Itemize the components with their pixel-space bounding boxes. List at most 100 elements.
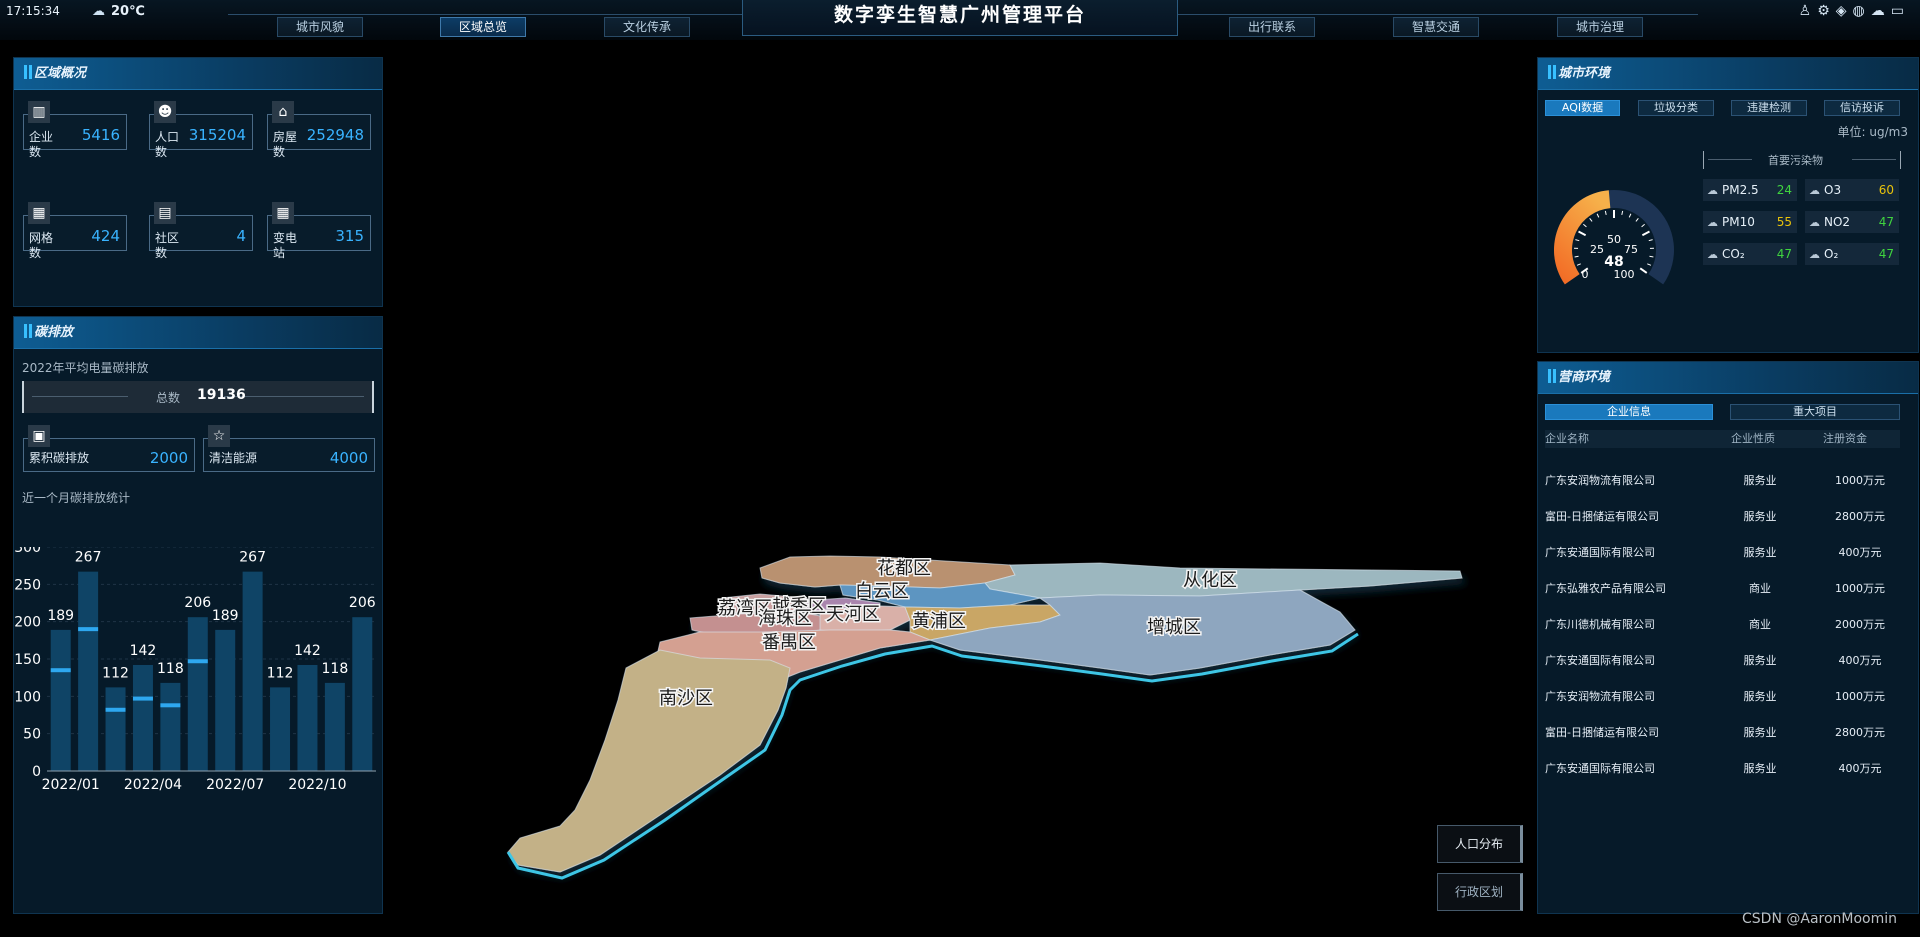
aqi-gauge: 025507510048: [1554, 190, 1674, 285]
bar-value-label: 142: [130, 643, 157, 659]
bar-value-label: 206: [349, 595, 376, 611]
gauge-tick: [1635, 217, 1639, 222]
x-tick-label: 2022/04: [124, 777, 182, 793]
pollutant-item: ☁ NO2 47: [1805, 211, 1899, 233]
bar-value-label: 118: [157, 661, 184, 677]
nav-tab-culture[interactable]: 文化传承: [604, 17, 690, 37]
carbon-card-accumulated[interactable]: ▣ 累积碳排放 2000: [23, 425, 195, 472]
bar[interactable]: [132, 664, 153, 771]
nav-divider-right: [1178, 14, 1698, 15]
column-header: 企业名称: [1545, 432, 1589, 445]
table-row[interactable]: 富田-日捆储运有限公司 服务业 2800万元: [1545, 723, 1900, 743]
label-huadu: 花都区: [877, 558, 931, 579]
bar[interactable]: [105, 687, 126, 771]
nav-tab-region-overview[interactable]: 区域总览: [440, 17, 526, 37]
table-row[interactable]: 富田-日捆储运有限公司 服务业 2800万元: [1545, 507, 1900, 527]
table-row[interactable]: 广东安润物流有限公司 服务业 1000万元: [1545, 687, 1900, 707]
bar-value-label: 112: [267, 665, 294, 681]
table-row[interactable]: 广东安通国际有限公司 服务业 400万元: [1545, 651, 1900, 671]
bar[interactable]: [215, 629, 236, 771]
stat-card-housing[interactable]: ⌂ 房屋数 252948: [267, 101, 371, 159]
region-overview-header: 区域概况: [14, 58, 382, 90]
stat-card-substation[interactable]: ▦ 变电站 315: [267, 202, 371, 260]
tab-enterprise-info[interactable]: 企业信息: [1545, 404, 1713, 420]
table-cell: 广东安润物流有限公司: [1545, 474, 1655, 487]
pollutant-value: 55: [1776, 215, 1792, 229]
table-row[interactable]: 广东安通国际有限公司 服务业 400万元: [1545, 759, 1900, 779]
globe-icon[interactable]: ◍: [1853, 3, 1871, 19]
tab-garbage[interactable]: 垃圾分类: [1638, 100, 1714, 116]
table-cell: 2800万元: [1835, 510, 1885, 523]
bar[interactable]: [297, 664, 318, 771]
battery-icon[interactable]: ▭: [1891, 3, 1910, 19]
tab-illegal-building[interactable]: 违建检测: [1731, 100, 1807, 116]
nav-tab-city-style[interactable]: 城市风貌: [277, 17, 363, 37]
table-cell: 富田-日捆储运有限公司: [1545, 726, 1659, 739]
title-box: 数字孪生智慧广州管理平台: [742, 0, 1178, 36]
page-title: 数字孪生智慧广州管理平台: [833, 4, 1086, 26]
stat-label: 变电站: [273, 231, 298, 260]
population-distribution-button[interactable]: 人口分布: [1437, 825, 1523, 863]
bar[interactable]: [160, 682, 181, 771]
table-cell: 商业: [1749, 618, 1771, 631]
table-cell: 1000万元: [1835, 474, 1885, 487]
gauge-tick: [1639, 267, 1648, 274]
bar-value-label: 142: [294, 643, 321, 659]
gauge-tick: [1575, 239, 1580, 242]
bar[interactable]: [242, 571, 263, 771]
primary-pollutant-title: 首要污染物: [1768, 154, 1823, 167]
administrative-division-button[interactable]: 行政区划: [1437, 873, 1523, 911]
stat-card-enterprise[interactable]: ▥ 企业数 5416: [23, 101, 127, 159]
y-tick-label: 100: [14, 689, 41, 705]
bar[interactable]: [78, 571, 99, 771]
gear-icon[interactable]: ⚙: [1817, 3, 1836, 19]
tab-aqi[interactable]: AQI数据: [1545, 100, 1620, 116]
table-cell: 服务业: [1743, 474, 1777, 487]
nav-tab-travel[interactable]: 出行联系: [1229, 17, 1315, 37]
carbon-card-clean-energy[interactable]: ☆ 清洁能源 4000: [203, 425, 375, 472]
stat-value: 252948: [306, 126, 364, 144]
layers-icon[interactable]: ◈: [1836, 3, 1853, 19]
pollutant-value: 24: [1776, 183, 1792, 197]
bar-value-label: 267: [75, 550, 102, 566]
bar-value-label: 189: [47, 608, 74, 624]
table-row[interactable]: 广东安润物流有限公司 服务业 1000万元: [1545, 471, 1900, 491]
table-cell: 服务业: [1743, 690, 1777, 703]
bar[interactable]: [324, 682, 345, 771]
nav-tab-traffic[interactable]: 智慧交通: [1393, 17, 1479, 37]
bar[interactable]: [50, 629, 71, 771]
primary-pollutant-header: 首要污染物: [1703, 151, 1901, 169]
gauge-tick: [1583, 223, 1587, 228]
tab-complaints[interactable]: 信访投诉: [1824, 100, 1900, 116]
label-tianhe: 天河区: [826, 604, 880, 625]
bar[interactable]: [270, 687, 291, 771]
table-cell: 1000万元: [1835, 582, 1885, 595]
bar-value-label: 267: [239, 550, 266, 566]
stat-value: 315204: [188, 126, 246, 144]
clock: 17:15:34: [6, 4, 60, 18]
tab-major-projects[interactable]: 重大项目: [1730, 404, 1900, 420]
label-zengcheng: 增城区: [1147, 617, 1201, 638]
table-cell: 服务业: [1743, 654, 1777, 667]
bar[interactable]: [352, 617, 373, 771]
stat-card-community[interactable]: ▤ 社区数 4: [149, 202, 253, 260]
gauge-tick: [1604, 210, 1607, 215]
bar[interactable]: [187, 617, 208, 771]
stat-card-grid[interactable]: ▦ 网格数 424: [23, 202, 127, 260]
pollutant-name: PM10: [1722, 215, 1755, 229]
gauge-tick: [1596, 213, 1600, 218]
gauge-tick: [1649, 255, 1654, 258]
nav-tab-governance[interactable]: 城市治理: [1557, 17, 1643, 37]
stat-card-population[interactable]: ☻ 人口数 315204: [149, 101, 253, 159]
user-icon[interactable]: ♙: [1799, 3, 1818, 19]
label-conghua: 从化区: [1183, 570, 1237, 591]
table-row[interactable]: 广东川德机械有限公司 商业 2000万元: [1545, 615, 1900, 635]
table-row[interactable]: 广东弘雅农产品有限公司 商业 1000万元: [1545, 579, 1900, 599]
cloud-sun-icon[interactable]: ☁: [1871, 3, 1891, 19]
bar-marker: [50, 668, 71, 673]
bar-marker: [160, 703, 181, 708]
pollutant-name: O₂: [1824, 247, 1839, 261]
x-tick-label: 2022/10: [288, 777, 346, 793]
table-row[interactable]: 广东安通国际有限公司 服务业 400万元: [1545, 543, 1900, 563]
bar-marker: [78, 627, 99, 632]
